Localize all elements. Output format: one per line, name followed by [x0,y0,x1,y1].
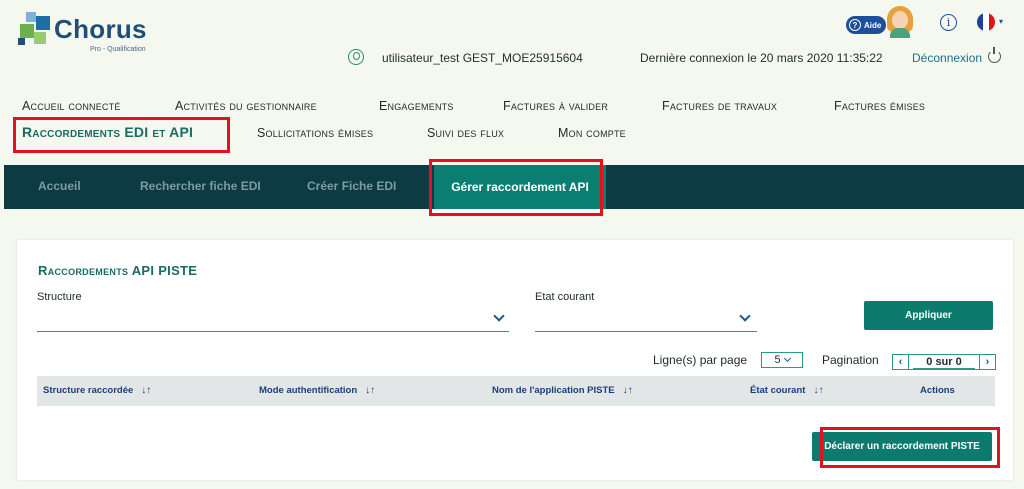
structure-label: Structure [37,291,82,303]
assistant-avatar[interactable] [884,4,916,38]
panel-title: Raccordements API PISTE [38,263,198,278]
lines-per-page-value: 5 [774,354,781,366]
col-label: Structure raccordée [43,385,134,396]
highlight-declare-button [820,427,1000,468]
username[interactable]: utilisateur_test GEST_MOE25915604 [382,51,583,65]
help-button[interactable]: ? Aide [846,16,886,34]
subnav-rechercher-fiche-edi[interactable]: Rechercher fiche EDI [140,179,261,193]
sort-icon[interactable]: ↓↑ [141,385,151,396]
highlight-subnav-api [429,159,603,216]
brand-name: Chorus [54,14,147,44]
col-actions: Actions [920,385,955,396]
help-icon: ? [849,19,861,31]
apply-button[interactable]: Appliquer [864,301,993,330]
nav-factures-a-valider[interactable]: Factures à valider [503,99,608,113]
col-label: Mode authentification [259,385,358,396]
logo-mark-icon [18,12,56,46]
col-etat-courant[interactable]: État courant ↓↑ [750,385,823,396]
nav-sollicitations-emises[interactable]: Sollicitations émises [257,126,373,140]
pagination-value[interactable]: 0 sur 0 [913,356,975,369]
col-label: État courant [750,385,806,396]
power-icon[interactable] [988,47,1001,63]
etat-courant-select[interactable] [535,304,757,332]
col-mode-authentification[interactable]: Mode authentification ↓↑ [259,385,375,396]
sort-icon[interactable]: ↓↑ [623,385,633,396]
chevron-down-icon [493,310,505,322]
nav-factures-emises[interactable]: Factures émises [834,99,925,113]
user-icon[interactable] [348,49,364,65]
etat-courant-label: Etat courant [535,291,595,303]
col-structure-raccordee[interactable]: Structure raccordée ↓↑ [43,385,151,396]
info-icon[interactable]: i [940,14,957,31]
header: Chorus Pro - Qualification ? Aide i ▾ ut… [0,0,1024,153]
flag-fr-icon[interactable] [977,13,995,31]
structure-select[interactable] [37,304,509,332]
chevron-down-icon [783,354,791,363]
subnav-creer-fiche-edi[interactable]: Créer Fiche EDI [307,179,396,193]
nav-activites-gestionnaire[interactable]: Activités du gestionnaire [175,99,317,113]
nav-engagements[interactable]: Engagements [379,99,454,113]
sort-icon[interactable]: ↓↑ [365,385,375,396]
help-label: Aide [864,20,882,30]
nav-factures-de-travaux[interactable]: Factures de travaux [662,99,777,113]
lines-per-page-label: Ligne(s) par page [653,353,748,367]
nav-accueil-connecte[interactable]: Accueil connecté [22,99,121,113]
next-page-icon[interactable]: › [979,355,995,369]
sort-icon[interactable]: ↓↑ [813,385,823,396]
col-nom-application-piste[interactable]: Nom de l'application PISTE ↓↑ [492,385,633,396]
nav-suivi-des-flux[interactable]: Suivi des flux [427,126,504,140]
user-row: utilisateur_test GEST_MOE25915604 Derniè… [340,47,1024,68]
lines-per-page-select[interactable]: 5 [761,352,803,368]
subnav-accueil[interactable]: Accueil [38,179,81,193]
chevron-down-icon [739,310,751,322]
brand-subtitle: Pro - Qualification [90,46,146,53]
last-login: Dernière connexion le 20 mars 2020 11:35… [640,51,883,65]
language-caret-icon[interactable]: ▾ [999,17,1003,26]
table-header: Structure raccordée ↓↑ Mode authentificat… [37,376,995,406]
logout-link[interactable]: Déconnexion [912,51,982,65]
chorus-logo[interactable]: Chorus Pro - Qualification [18,10,148,53]
nav-mon-compte[interactable]: Mon compte [558,126,626,140]
pagination-control: ‹ 0 sur 0 › [892,354,996,370]
pagination-label: Pagination [822,353,879,367]
highlight-nav-raccordements [13,117,230,153]
col-label: Nom de l'application PISTE [492,385,615,396]
prev-page-icon[interactable]: ‹ [893,355,909,369]
